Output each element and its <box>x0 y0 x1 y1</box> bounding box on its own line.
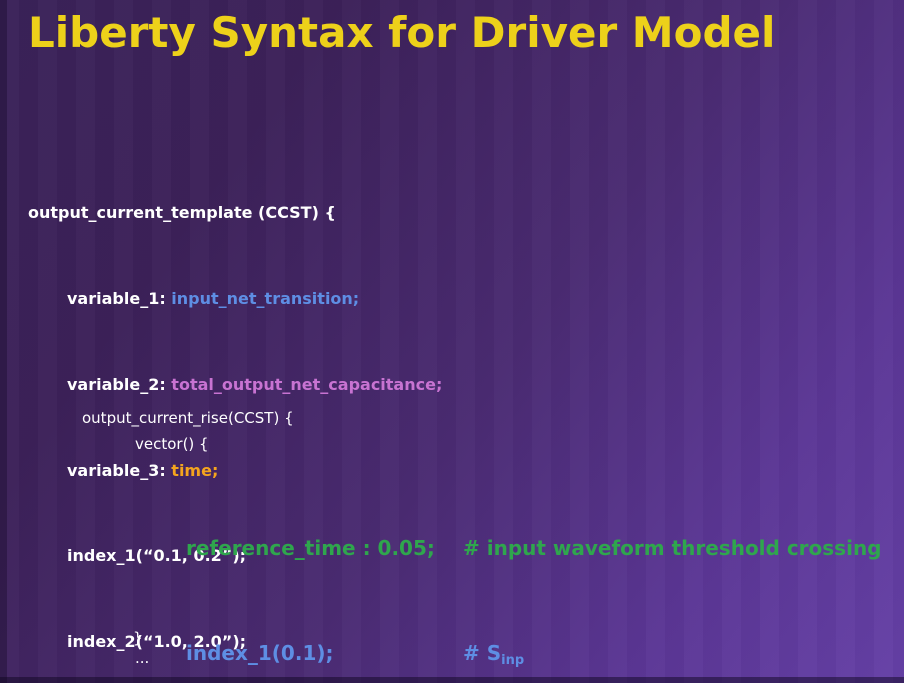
code-line-vector-close: } <box>133 628 143 648</box>
code-text: } <box>133 629 143 647</box>
code-line-ellipsis: ... <box>135 648 149 668</box>
comment-base: # S <box>463 641 501 665</box>
slide-title: Liberty Syntax for Driver Model <box>28 8 775 58</box>
code-value: total_output_net_capacitance; <box>171 375 442 394</box>
code-value: input_net_transition; <box>171 289 359 308</box>
code-text: output_current_template (CCST) { <box>28 203 336 222</box>
code-keyword: variable_1: <box>67 289 171 308</box>
comment-subscript: inp <box>501 653 524 668</box>
code-line-variable-1: variable_1: input_net_transition; <box>28 285 442 314</box>
code-comment: # Sinp <box>463 641 524 665</box>
code-keyword: variable_3: <box>67 461 171 480</box>
code-line-reference-time: reference_time : 0.05;# input waveform t… <box>186 531 882 566</box>
code-text: ... <box>135 649 149 667</box>
code-keyword: variable_2: <box>67 375 171 394</box>
slide-left-edge <box>0 0 7 683</box>
code-line-vector-index-1: index_1(0.1);# Sinp <box>186 636 882 671</box>
code-text: index_1(0.1); <box>186 636 463 671</box>
code-line-rise-open: output_current_rise(CCST) { <box>82 408 294 428</box>
code-text: reference_time : 0.05; <box>186 531 463 566</box>
code-vector-block: reference_time : 0.05;# input waveform t… <box>186 462 882 683</box>
code-text: vector() { <box>135 435 209 453</box>
code-line-variable-2: variable_2: total_output_net_capacitance… <box>28 371 442 400</box>
code-comment: # input waveform threshold crossing <box>463 536 882 560</box>
code-text: output_current_rise(CCST) { <box>82 409 294 427</box>
slide: Liberty Syntax for Driver Model output_c… <box>0 0 904 683</box>
code-line-template-open: output_current_template (CCST) { <box>28 199 442 228</box>
code-line-vector-open: vector() { <box>135 434 209 454</box>
